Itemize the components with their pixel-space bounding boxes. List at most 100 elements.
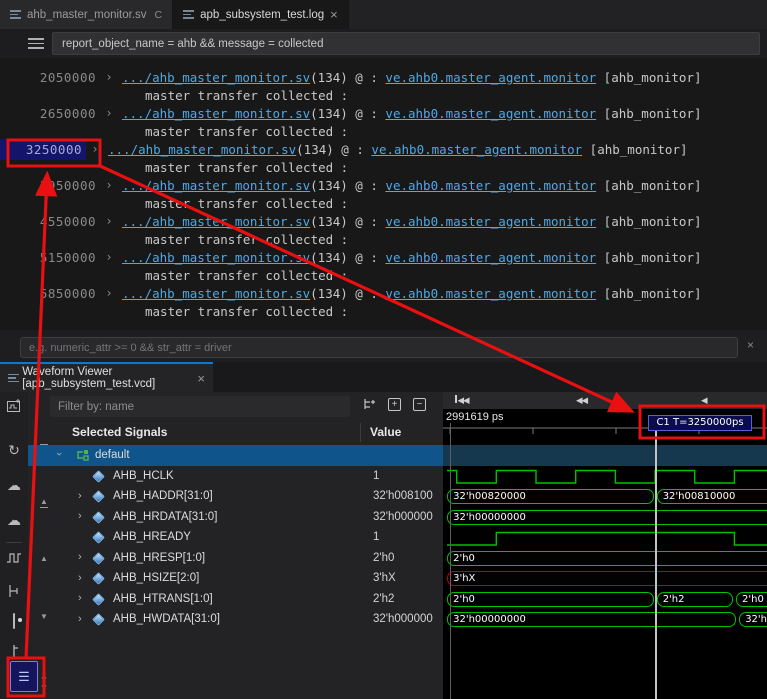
- scope-link[interactable]: ve.ahb0.master_agent.monitor: [385, 214, 596, 229]
- skip-to-start-icon[interactable]: ◀◀: [455, 395, 470, 406]
- chevron-right-icon[interactable]: ›: [78, 572, 82, 584]
- expand-chevron-icon[interactable]: ›: [96, 286, 122, 300]
- signal-row-ahb-htrans10[interactable]: › AHB_HTRANS[1:0] 2'h2: [28, 589, 443, 610]
- signal-row-ahb-haddr310[interactable]: › AHB_HADDR[31:0] 32'h008100: [28, 487, 443, 508]
- scope-link[interactable]: ve.ahb0.master_agent.monitor: [385, 178, 596, 193]
- signal-row-ahb-hresp10[interactable]: › AHB_HRESP[1:0] 2'h0: [28, 548, 443, 569]
- file-link[interactable]: .../ahb_master_monitor.sv: [122, 70, 310, 85]
- wave-lane-ahb-hrdata310[interactable]: 32'h00000000: [443, 507, 767, 528]
- attribute-filter-input[interactable]: [20, 337, 738, 358]
- tab-apb-subsystem-test-log[interactable]: apb_subsystem_test.log ×: [173, 0, 349, 29]
- signal-icon: [92, 510, 105, 524]
- chevron-right-icon[interactable]: ›: [78, 592, 82, 604]
- cloud-upload-icon[interactable]: ☁ ↑: [0, 512, 28, 529]
- file-link[interactable]: .../ahb_master_monitor.sv: [122, 178, 310, 193]
- file-link[interactable]: .../ahb_master_monitor.sv: [108, 142, 296, 157]
- bus-segment: 3'hX: [447, 571, 767, 586]
- collapse-all-icon[interactable]: −: [413, 398, 426, 411]
- scope-link[interactable]: ve.ahb0.master_agent.monitor: [385, 286, 596, 301]
- signal-row-ahb-hclk[interactable]: AHB_HCLK 1: [28, 466, 443, 487]
- marker-icon[interactable]: [0, 644, 28, 661]
- log-tag: [ahb_monitor]: [596, 178, 702, 193]
- wave-lane-ahb-hsize20[interactable]: 3'hX: [443, 569, 767, 590]
- expand-chevron-icon[interactable]: ›: [96, 214, 122, 228]
- chevron-down-icon[interactable]: ›: [53, 452, 65, 456]
- signal-icon: [92, 572, 105, 585]
- expand-chevron-icon[interactable]: ›: [96, 106, 122, 120]
- signal-filter-input[interactable]: [50, 396, 350, 417]
- log-filter-input[interactable]: [52, 32, 760, 55]
- add-signal-group-icon[interactable]: [363, 397, 377, 414]
- chevron-right-icon[interactable]: ›: [78, 613, 82, 625]
- record-icon[interactable]: [0, 613, 28, 629]
- cursor-c1-line[interactable]: [655, 423, 657, 699]
- scope-link[interactable]: ve.ahb0.master_agent.monitor: [385, 106, 596, 121]
- file-link[interactable]: .../ahb_master_monitor.sv: [122, 286, 310, 301]
- signal-name: AHB_HWDATA[31:0]: [113, 613, 220, 625]
- log-text: (134) @ :: [310, 214, 386, 229]
- group-label: default: [95, 448, 130, 461]
- log-entry: 3250000 › .../ahb_master_monitor.sv(134) @…: [0, 139, 767, 178]
- log-tag: [ahb_monitor]: [596, 286, 702, 301]
- scope-link[interactable]: ve.ahb0.master_agent.monitor: [385, 70, 596, 85]
- signal-group-row-default[interactable]: › default: [28, 445, 443, 466]
- signal-row-ahb-hsize20[interactable]: › AHB_HSIZE[2:0] 3'hX: [28, 569, 443, 590]
- wave-time-label: 2991619 ps: [446, 411, 504, 423]
- chevron-right-icon[interactable]: ›: [78, 490, 82, 502]
- signal-list: + − Selected Signals Value › default AHB_H…: [28, 392, 443, 699]
- close-tab-icon[interactable]: ×: [197, 372, 205, 385]
- group-band-default[interactable]: [443, 445, 767, 466]
- chevron-right-icon[interactable]: ›: [78, 551, 82, 563]
- divider: [6, 542, 22, 543]
- expand-chevron-icon[interactable]: ›: [96, 250, 122, 264]
- signal-row-ahb-hready[interactable]: AHB_HREADY 1: [28, 528, 443, 549]
- log-view[interactable]: 2050000 › .../ahb_master_monitor.sv(134) @…: [0, 58, 767, 330]
- log-message: master transfer collected :: [145, 268, 349, 283]
- step-backward-icon[interactable]: ◀: [701, 395, 707, 406]
- signal-row-ahb-hwdata310[interactable]: › AHB_HWDATA[31:0] 32'h000000: [28, 610, 443, 631]
- expand-all-icon[interactable]: +: [388, 398, 401, 411]
- file-link[interactable]: .../ahb_master_monitor.sv: [122, 250, 310, 265]
- wave-lane-ahb-hready[interactable]: [443, 528, 767, 549]
- time-origin-line[interactable]: [450, 423, 451, 699]
- log-entry: 5850000 › .../ahb_master_monitor.sv(134) @…: [0, 286, 767, 322]
- column-divider[interactable]: [360, 423, 361, 442]
- signal-name: AHB_HADDR[31:0]: [113, 490, 213, 502]
- wave-lane-ahb-htrans10[interactable]: 2'h0 2'h2 2'h0: [443, 589, 767, 610]
- scope-link[interactable]: ve.ahb0.master_agent.monitor: [385, 250, 596, 265]
- signal-icon: [92, 490, 105, 503]
- file-link[interactable]: .../ahb_master_monitor.sv: [122, 106, 310, 121]
- tab-ahb-master-monitor[interactable]: ahb_master_monitor.sv C: [0, 0, 174, 29]
- chevron-right-icon[interactable]: ›: [78, 510, 82, 522]
- log-message: master transfer collected :: [145, 232, 349, 247]
- log-timestamp: 5150000: [39, 250, 96, 265]
- signal-value: 1: [373, 469, 380, 482]
- bus-segment: 32'h00000000: [447, 509, 767, 525]
- wave-canvas[interactable]: ◀◀ ◀◀ ◀ 2991619 ps 32'h00820000 32'h00810…: [443, 392, 767, 699]
- bus-segment: 32'h00810000: [656, 489, 767, 504]
- expand-chevron-icon[interactable]: ›: [82, 142, 108, 156]
- scope-link[interactable]: ve.ahb0.master_agent.monitor: [371, 142, 582, 157]
- tab-waveform-viewer[interactable]: Waveform Viewer [apb_subsystem_test.vcd]…: [0, 362, 213, 392]
- wave-lane-ahb-hclk[interactable]: [443, 466, 767, 487]
- wave-lane-ahb-hwdata310[interactable]: 32'h0000000032'h00: [443, 610, 767, 631]
- clear-filter-icon[interactable]: ×: [747, 338, 754, 352]
- sync-icon[interactable]: ↻: [0, 442, 28, 459]
- cloud-download-icon[interactable]: ☁ ↓: [0, 477, 28, 494]
- expand-chevron-icon[interactable]: ›: [96, 70, 122, 84]
- wave-lane-ahb-haddr310[interactable]: 32'h00820000 32'h00810000: [443, 487, 767, 508]
- log-entry: 2050000 › .../ahb_master_monitor.sv(134) @…: [0, 70, 767, 106]
- signal-row-ahb-hrdata310[interactable]: › AHB_HRDATA[31:0] 32'h000000: [28, 507, 443, 528]
- fast-backward-icon[interactable]: ◀◀: [576, 395, 588, 406]
- file-link[interactable]: .../ahb_master_monitor.sv: [122, 214, 310, 229]
- menu-icon[interactable]: [28, 38, 44, 49]
- tab-badge: C: [154, 8, 163, 21]
- close-tab-icon[interactable]: ×: [330, 8, 338, 21]
- cursor-measure-icon[interactable]: [0, 584, 28, 601]
- log-timestamp: 3950000: [39, 178, 96, 193]
- wave-lane-ahb-hresp10[interactable]: 2'h0: [443, 548, 767, 569]
- expand-chevron-icon[interactable]: ›: [96, 178, 122, 192]
- signal-icon: [92, 613, 105, 626]
- pulse-icon[interactable]: [0, 552, 28, 567]
- new-wave-view-icon[interactable]: [0, 398, 28, 417]
